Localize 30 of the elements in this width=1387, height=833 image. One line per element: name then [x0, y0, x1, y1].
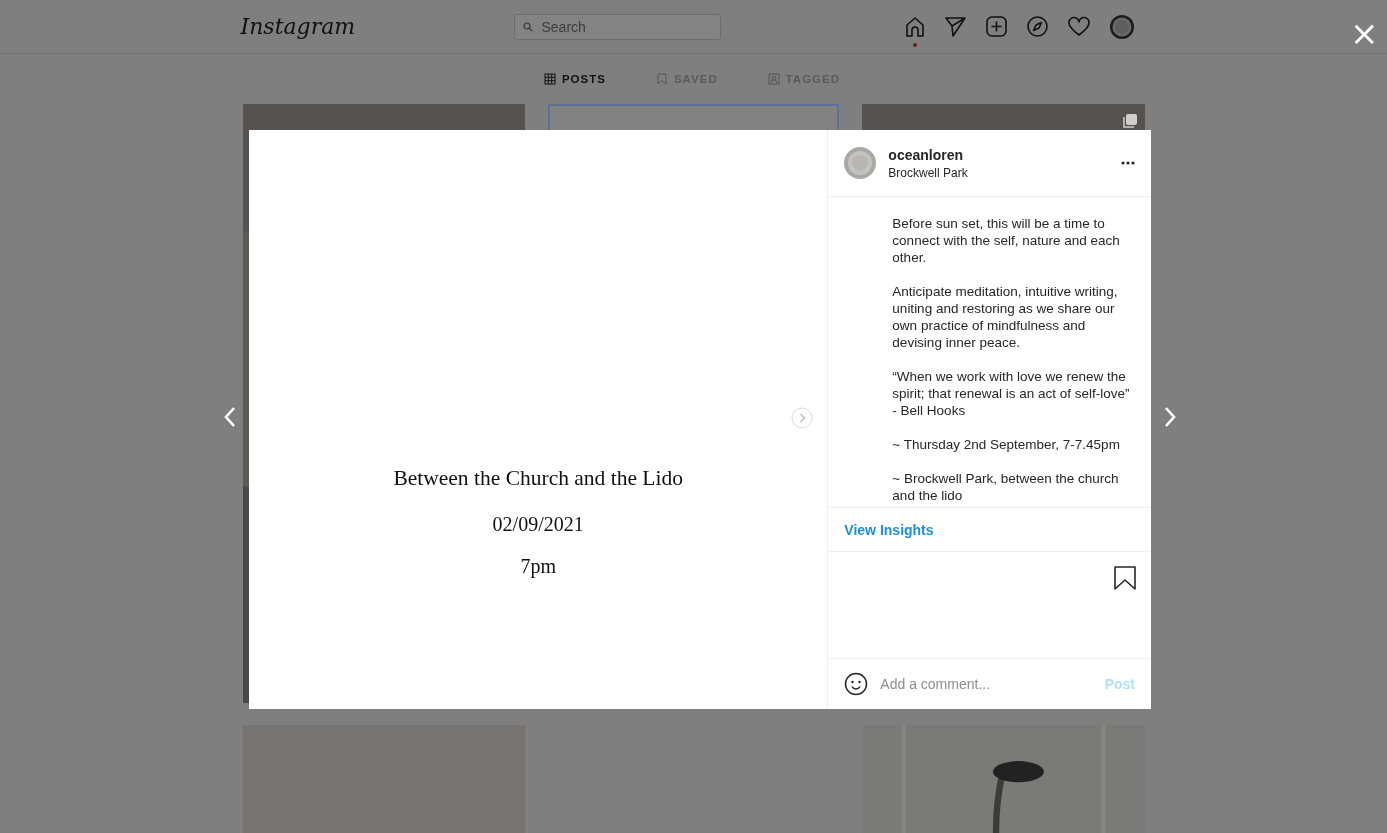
plus-icon[interactable]: [984, 15, 1008, 38]
logo[interactable]: Instagram: [240, 14, 401, 39]
person-tag-icon: [767, 73, 780, 85]
location[interactable]: Brockwell Park: [888, 165, 1109, 180]
compass-icon[interactable]: [1025, 15, 1049, 38]
view-insights-link[interactable]: View Insights: [844, 521, 934, 538]
close-button[interactable]: ×: [1348, 16, 1381, 50]
more-icon[interactable]: [1121, 161, 1135, 165]
gallery-icon: [1122, 114, 1137, 128]
caption-paragraph: “When we work with love we renew the spirit; that renewal is an act of self-love” - Bell Hooks: [892, 368, 1131, 419]
username[interactable]: oceanloren: [888, 146, 1109, 163]
heart-icon[interactable]: [1066, 15, 1091, 38]
image-time: 7pm: [520, 556, 556, 576]
image-title: Between the Church and the Lido: [393, 468, 683, 488]
caption-paragraph: Before sun set, this will be a time to connect with the self, nature and each other.: [892, 215, 1121, 266]
image-date: 02/09/2021: [492, 514, 584, 534]
search-field[interactable]: Search: [513, 13, 721, 40]
caption-paragraph: ~ Thursday 2nd September, 7-7.45pm: [892, 436, 1121, 453]
bookmark-icon: [655, 73, 668, 85]
grid-icon: [543, 73, 556, 85]
emoji-icon[interactable]: [844, 672, 869, 696]
search-icon: [522, 21, 533, 32]
bookmark-icon[interactable]: [1113, 566, 1137, 590]
home-icon[interactable]: [903, 14, 926, 39]
notification-dot: [912, 42, 917, 47]
caption-paragraph: Anticipate meditation, intuitive writing, uniting and restoring as we share our own practice of mindfulness and devising inner peace.: [892, 283, 1119, 351]
profile-tab[interactable]: POSTS: [543, 73, 606, 85]
caption-paragraph: ~ Brockwell Park, between the church and the lido: [892, 470, 1120, 504]
send-icon[interactable]: [943, 15, 967, 38]
avatar-icon[interactable]: [1108, 13, 1135, 40]
